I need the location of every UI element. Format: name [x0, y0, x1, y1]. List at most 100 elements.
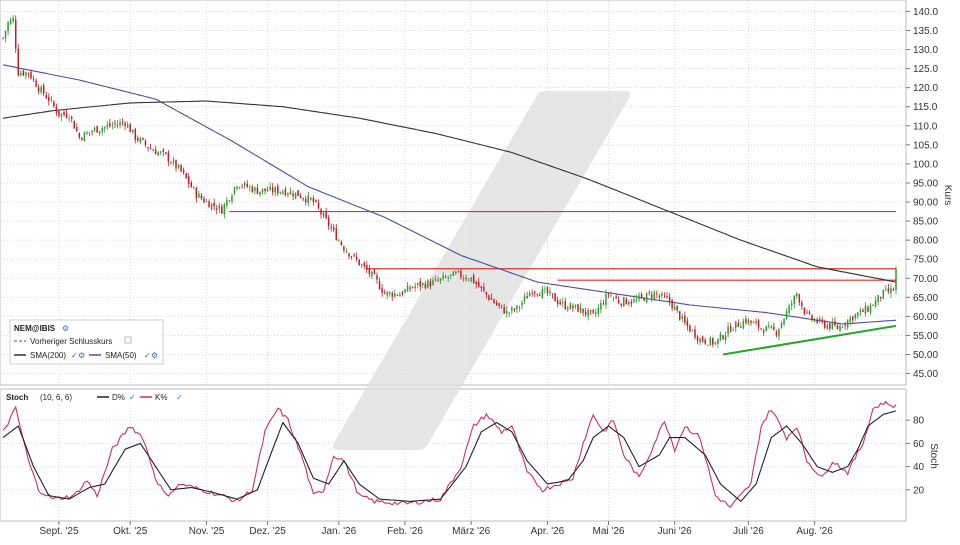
candle-body [424, 283, 427, 288]
stoch-y-axis: 20 40 60 80 [906, 416, 925, 496]
candle-body [187, 176, 190, 184]
candle-body [597, 307, 600, 314]
candle-body [732, 330, 734, 331]
candle-body [30, 71, 32, 79]
candle-body [360, 264, 363, 266]
candle-body [457, 270, 460, 272]
candle-body [890, 287, 892, 294]
sma200-check-icon[interactable]: ✓ [71, 351, 78, 360]
candle-body [480, 286, 483, 288]
candle-body [124, 123, 126, 126]
candle-body [879, 296, 882, 299]
stoch-params: (10, 6, 6) [40, 393, 72, 402]
legend-prevclose-checkbox[interactable] [124, 336, 132, 344]
candle-body [851, 316, 854, 321]
candle-body [195, 188, 198, 199]
candle-body [210, 203, 213, 210]
stoch-k-check-icon[interactable]: ✓ [176, 393, 183, 402]
candle-body [81, 137, 83, 140]
price-tick-label: 80.00 [913, 236, 938, 247]
candle-body [475, 282, 477, 285]
candle-body [399, 294, 401, 297]
candle-body [215, 208, 218, 210]
candle-body [874, 300, 877, 307]
candle-body [544, 288, 546, 290]
price-tick-label: 115.0 [913, 102, 938, 113]
candle-body [159, 151, 162, 153]
candle-body [261, 188, 264, 193]
candle-body [284, 189, 287, 196]
x-tick-label: Aug. '26 [796, 526, 833, 537]
candle-body [162, 149, 165, 152]
candle-body [623, 297, 625, 307]
candle-body [208, 201, 210, 208]
stock-chart: 45.00 50.00 55.00 60.00 65.00 70.00 75.00 80.00… [0, 0, 953, 537]
candle-body [584, 311, 587, 315]
candle-body [877, 295, 879, 303]
candle-body [745, 318, 747, 323]
candle-body [561, 302, 564, 304]
sma50-check-icon[interactable]: ✓ [144, 351, 151, 360]
candle-body [785, 311, 788, 319]
stoch-tick-label: 40 [913, 462, 925, 473]
candle-body [717, 338, 719, 345]
candle-body [818, 318, 821, 321]
candle-body [676, 305, 678, 311]
sma50-settings-icon[interactable]: ⚙ [151, 351, 158, 360]
candle-body [50, 99, 53, 101]
candle-body [808, 312, 811, 314]
candle-body [635, 298, 638, 301]
legend-symbol-settings-icon[interactable]: ⚙ [62, 324, 69, 333]
candle-body [485, 292, 488, 295]
stoch-d-check-icon[interactable]: ✓ [129, 393, 136, 402]
candle-body [129, 124, 131, 133]
candle-body [264, 188, 266, 192]
candle-body [536, 294, 539, 296]
candle-body [366, 265, 368, 271]
candle-body [241, 185, 243, 187]
candle-body [668, 296, 671, 302]
candle-body [355, 256, 358, 260]
price-legend: NEM@IBIS ⚙ Vorheriger Schlusskurs SMA(20… [9, 319, 164, 365]
candle-body [503, 307, 505, 314]
candle-body [511, 307, 513, 311]
candle-body [483, 286, 485, 291]
candle-body [885, 288, 887, 290]
candle-body [684, 315, 686, 323]
candle-body [790, 303, 793, 306]
candle-body [729, 326, 732, 332]
candle-body [869, 305, 872, 313]
price-tick-label: 60.00 [913, 312, 938, 323]
candle-body [142, 137, 144, 140]
candle-body [304, 198, 307, 203]
candle-body [325, 211, 327, 219]
x-axis: Sept. '25 Okt. '25 Nov. '25 Dez. '25 Jan. '2… [39, 521, 833, 537]
candle-body [396, 294, 399, 296]
candle-body [574, 304, 577, 307]
candle-body [572, 305, 574, 309]
candle-body [320, 209, 322, 215]
x-tick-label: Dez. '25 [249, 526, 286, 537]
candle-body [340, 241, 343, 246]
candle-body [131, 129, 134, 133]
candle-body [149, 147, 152, 150]
candle-body [317, 202, 320, 209]
candle-body [895, 268, 897, 291]
candle-body [607, 293, 610, 295]
candle-body [740, 326, 742, 328]
candle-body [203, 198, 205, 203]
candle-body [661, 293, 663, 296]
candle-body [292, 193, 294, 197]
candle-body [312, 197, 315, 202]
legend-title: NEM@IBIS [14, 324, 56, 333]
sma200-settings-icon[interactable]: ⚙ [78, 351, 85, 360]
candle-body [778, 328, 780, 337]
candle-body [111, 125, 114, 126]
candle-body [579, 307, 582, 313]
candle-body [701, 336, 704, 342]
candle-body [287, 193, 289, 195]
candle-body [638, 295, 640, 300]
candle-body [857, 312, 859, 316]
candle-body [768, 325, 770, 327]
x-tick-label: Juni '26 [658, 526, 693, 537]
